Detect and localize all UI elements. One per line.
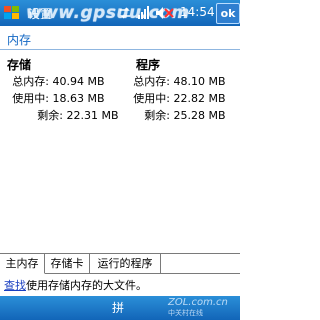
header-divider: [0, 49, 240, 50]
storage-inuse-row: 使用中: 18.63 MB: [7, 90, 105, 106]
storage-free-row: 剩余: 22.31 MB: [7, 107, 119, 123]
program-heading: 程序: [136, 58, 161, 72]
input-method-button[interactable]: 拼: [112, 299, 124, 316]
tab-bar: 主内存 存储卡 运行的程序: [0, 253, 240, 274]
help-line: 查找使用存储内存的大文件。: [4, 277, 147, 293]
program-total-value: 48.10 MB: [173, 75, 226, 88]
storage-free-value: 22.31 MB: [66, 109, 119, 122]
tab-running-programs[interactable]: 运行的程序: [90, 254, 161, 274]
storage-free-label: 剩余:: [37, 109, 63, 122]
storage-heading: 存储: [7, 58, 32, 72]
storage-inuse-label: 使用中:: [12, 92, 49, 105]
program-free-label: 剩余:: [144, 109, 170, 122]
signal-icon: [138, 6, 149, 19]
storage-total-label: 总内存:: [12, 75, 49, 88]
storage-total-value: 40.94 MB: [52, 75, 105, 88]
storage-total-row: 总内存: 40.94 MB: [7, 73, 105, 89]
program-inuse-label: 使用中:: [133, 92, 170, 105]
watermark-logo: ZOL.com.cn 中关村在线: [168, 297, 228, 318]
tab-main-memory[interactable]: 主内存: [0, 254, 45, 274]
storage-inuse-value: 18.63 MB: [52, 92, 105, 105]
program-free-value: 25.28 MB: [173, 109, 226, 122]
clock[interactable]: 14:54: [180, 5, 215, 19]
volume-mute-icon: [156, 7, 174, 19]
watermark-logo-subtext: 中关村在线: [168, 309, 203, 317]
tab-bar-line: [161, 273, 240, 274]
bottom-bar: 拼 ZOL.com.cn 中关村在线: [0, 296, 240, 320]
page-title: 内存: [7, 33, 32, 47]
windows-start-icon[interactable]: [2, 3, 22, 23]
program-inuse-row: 使用中: 22.82 MB: [128, 90, 226, 106]
title-bar: 设置 www.gpsuu.com 14:54 ok: [0, 0, 240, 26]
status-icons[interactable]: [118, 5, 178, 21]
tab-storage-card[interactable]: 存储卡: [45, 254, 90, 274]
program-free-row: 剩余: 25.28 MB: [128, 107, 226, 123]
ok-button[interactable]: ok: [216, 3, 240, 24]
program-total-label: 总内存:: [133, 75, 170, 88]
watermark-logo-text: ZOL.com.cn: [168, 297, 228, 308]
connectivity-icon: [120, 7, 130, 19]
find-link[interactable]: 查找: [4, 279, 26, 292]
program-total-row: 总内存: 48.10 MB: [128, 73, 226, 89]
program-inuse-value: 22.82 MB: [173, 92, 226, 105]
help-text: 使用存储内存的大文件。: [26, 279, 147, 292]
